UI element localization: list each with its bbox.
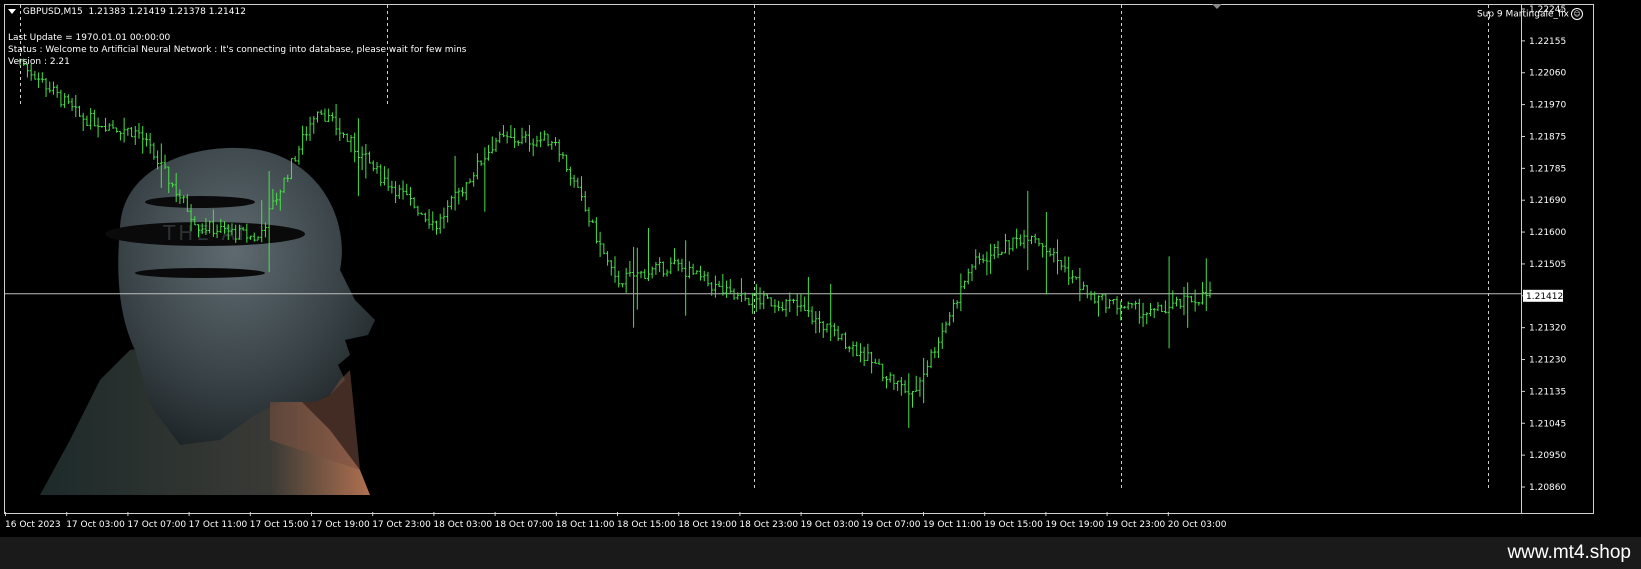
time-tick-label: 18 Oct 11:00 [556, 520, 615, 530]
price-tick-label: 1.20950 [1529, 451, 1566, 461]
price-tick-label: 1.21045 [1529, 419, 1566, 429]
time-tick-label: 16 Oct 2023 [5, 520, 61, 530]
price-tick-label: 1.21600 [1529, 228, 1566, 238]
price-tick-label: 1.21970 [1529, 101, 1566, 111]
time-tick-label: 17 Oct 03:00 [66, 520, 125, 530]
time-tick-label: 18 Oct 07:00 [495, 520, 554, 530]
price-tick-label: 1.21785 [1529, 164, 1566, 174]
time-tick-label: 17 Oct 07:00 [127, 520, 186, 530]
time-tick-label: 17 Oct 23:00 [372, 520, 431, 530]
price-tick-label: 1.21135 [1529, 387, 1566, 397]
time-tick-label: 18 Oct 23:00 [739, 520, 798, 530]
symbol-name: GBPUSD,M15 [22, 7, 83, 17]
smiley-icon[interactable]: ☺ [1571, 8, 1583, 20]
time-tick-label: 18 Oct 15:00 [617, 520, 676, 530]
ohlc-bars [18, 58, 1212, 428]
price-tick-label: 1.20860 [1529, 483, 1566, 493]
time-tick-label: 17 Oct 11:00 [189, 520, 248, 530]
chart-shift-marker-icon[interactable] [1212, 4, 1222, 9]
time-tick-label: 17 Oct 19:00 [311, 520, 370, 530]
time-tick-label: 19 Oct 11:00 [923, 520, 982, 530]
time-tick-label: 19 Oct 03:00 [801, 520, 860, 530]
ea-name: Sup 9 Martingale_fix [1476, 9, 1569, 20]
price-chart[interactable]: 1.222451.221551.220601.219701.218751.217… [0, 0, 1641, 537]
chart-window[interactable]: THE AI 1.22245 1.22155 1.22060 1.21970 1.218… [0, 0, 1641, 537]
time-tick-label: 19 Oct 19:00 [1045, 520, 1104, 530]
time-tick-label: 18 Oct 03:00 [433, 520, 492, 530]
ea-info-block: Last Update = 1970.01.01 00:00:00 Status… [8, 32, 466, 68]
version-text: Version : 2.21 [8, 57, 70, 67]
time-tick-label: 19 Oct 15:00 [984, 520, 1043, 530]
time-tick-label: 17 Oct 15:00 [250, 520, 309, 530]
time-tick-label: 19 Oct 07:00 [862, 520, 921, 530]
price-tick-label: 1.21320 [1529, 324, 1566, 334]
time-tick-label: 19 Oct 23:00 [1107, 520, 1166, 530]
footer-bar: www.mt4.shop [0, 537, 1641, 569]
ohlc-values: 1.21383 1.21419 1.21378 1.21412 [88, 7, 246, 17]
symbol-header: GBPUSD,M15 1.21383 1.21419 1.21378 1.214… [8, 7, 246, 18]
watermark-text: www.mt4.shop [1507, 542, 1631, 563]
status-text: Status : Welcome to Artificial Neural Ne… [8, 45, 467, 55]
plot-frame [4, 4, 1594, 514]
price-tick-label: 1.21230 [1529, 356, 1566, 366]
time-tick-label: 20 Oct 03:00 [1168, 520, 1227, 530]
price-tick-label: 1.21505 [1529, 260, 1566, 270]
expert-advisor-label[interactable]: Sup 9 Martingale_fix ☺ [1477, 8, 1583, 21]
price-tick-label: 1.22155 [1529, 37, 1566, 47]
collapse-triangle-icon[interactable] [8, 9, 16, 14]
time-tick-label: 18 Oct 19:00 [678, 520, 737, 530]
price-tick-label: 1.21690 [1529, 196, 1566, 206]
price-tick-label: 1.21875 [1529, 132, 1566, 142]
current-price-label: 1.21412 [1526, 292, 1563, 302]
last-update-text: Last Update = 1970.01.01 00:00:00 [8, 33, 171, 43]
price-tick-label: 1.22060 [1529, 69, 1566, 79]
